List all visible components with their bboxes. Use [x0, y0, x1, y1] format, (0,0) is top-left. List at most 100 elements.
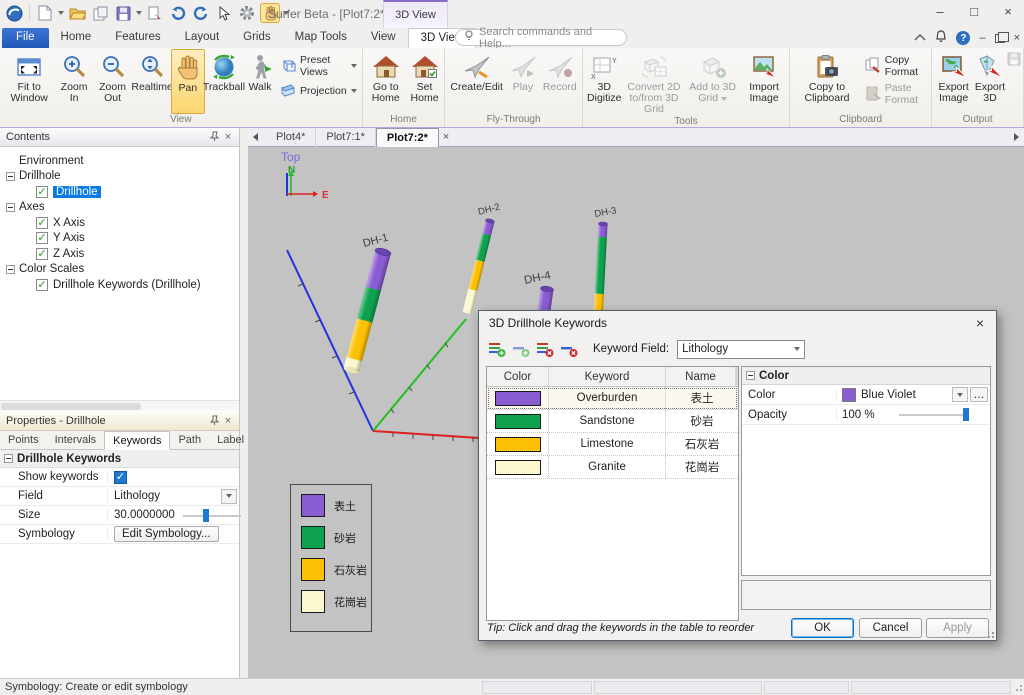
edit-symbology-button[interactable]: Edit Symbology...	[114, 526, 219, 542]
3d-digitize-button[interactable]: YX 3D Digitize	[585, 49, 624, 116]
dialog-resize-grip[interactable]	[986, 630, 995, 639]
dialog-title-bar[interactable]: 3D Drillhole Keywords ×	[479, 311, 996, 335]
table-row-limestone[interactable]: Limestone 石灰岩	[487, 433, 738, 456]
go-to-home-button[interactable]: Go to Home	[365, 49, 407, 114]
export-3d-button[interactable]: Export 3D	[973, 49, 1007, 114]
tab-scroll-right-icon[interactable]	[1014, 133, 1019, 141]
collapse-icon[interactable]	[6, 203, 15, 212]
table-row-sandstone[interactable]: Sandstone 砂岩	[487, 410, 738, 433]
color-dropdown[interactable]	[952, 387, 968, 402]
fit-to-window-button[interactable]: Fit to Window	[2, 49, 56, 114]
field-dropdown[interactable]	[221, 489, 237, 504]
collapse-icon[interactable]	[6, 265, 15, 274]
contents-hscrollbar[interactable]	[0, 400, 239, 411]
tab-view[interactable]: View	[359, 28, 408, 48]
checkbox-checked[interactable]: ✓	[36, 217, 48, 229]
zoom-in-button[interactable]: Zoom In	[56, 49, 91, 114]
export-image-button[interactable]: Export Image	[934, 49, 973, 114]
close-panel-icon[interactable]: ×	[221, 415, 235, 427]
copy-to-clipboard-button[interactable]: Copy to Clipboard	[792, 49, 862, 114]
pin-icon[interactable]	[207, 415, 221, 428]
mdi-minimize-icon[interactable]: –	[979, 32, 985, 44]
tree-item-z-axis[interactable]: ✓Z Axis	[0, 246, 239, 262]
apply-button[interactable]: Apply	[926, 618, 989, 638]
color-more-button[interactable]: …	[970, 387, 988, 402]
close-button[interactable]: ×	[998, 4, 1018, 19]
doc-tab-plot4[interactable]: Plot4*	[266, 128, 316, 147]
redo-button[interactable]	[191, 3, 211, 23]
tab-keywords[interactable]: Keywords	[104, 431, 170, 450]
export-file-button[interactable]	[145, 3, 165, 23]
open-file-button[interactable]	[67, 3, 87, 23]
close-doc-tab-icon[interactable]: ×	[439, 128, 455, 147]
tab-path[interactable]: Path	[170, 431, 209, 449]
checkbox-checked[interactable]: ✓	[36, 279, 48, 291]
maximize-button[interactable]: □	[964, 4, 984, 19]
realtime-button[interactable]: Realtime	[133, 49, 171, 114]
opacity-slider[interactable]	[899, 408, 969, 421]
keyword-field-select[interactable]: Lithology	[677, 340, 805, 359]
tab-points[interactable]: Points	[0, 431, 47, 449]
flythrough-record-button[interactable]: Record	[540, 49, 580, 114]
copy-format-button[interactable]: Copy Format	[862, 53, 929, 79]
tree-item-axes-group[interactable]: Axes	[0, 200, 239, 216]
new-file-button[interactable]	[35, 3, 55, 23]
flythrough-create-edit-button[interactable]: Create/Edit	[447, 49, 506, 114]
tree-item-drillhole[interactable]: ✓Drillhole	[0, 184, 239, 200]
delete-keyword-icon[interactable]	[559, 340, 579, 358]
paste-format-button[interactable]: Paste Format	[862, 81, 929, 107]
output-save-button[interactable]	[1007, 52, 1021, 69]
add-to-3d-grid-button[interactable]: Add to 3D Grid	[684, 49, 741, 116]
new-file-dropdown[interactable]	[58, 11, 64, 15]
size-slider[interactable]	[183, 509, 241, 522]
add-keywords-icon[interactable]	[487, 340, 507, 358]
pan-button[interactable]: Pan	[171, 49, 205, 114]
convert-2d-3d-grid-button[interactable]: Convert 2D to/from 3D Grid	[624, 49, 684, 116]
tab-layout[interactable]: Layout	[173, 28, 232, 48]
dialog-close-icon[interactable]: ×	[974, 315, 986, 331]
save-button[interactable]	[113, 3, 133, 23]
doc-tab-plot7-1[interactable]: Plot7:1*	[316, 128, 376, 147]
minimize-button[interactable]: –	[930, 4, 950, 19]
delete-keywords-icon[interactable]	[535, 340, 555, 358]
table-row-granite[interactable]: Granite 花崗岩	[487, 456, 738, 479]
section-drillhole-keywords[interactable]: Drillhole Keywords	[0, 450, 239, 468]
import-image-button[interactable]: Import Image	[741, 49, 787, 116]
mdi-close-icon[interactable]: ×	[1014, 32, 1020, 44]
checkbox-checked[interactable]: ✓	[36, 248, 48, 260]
tab-map-tools[interactable]: Map Tools	[283, 28, 359, 48]
add-keyword-icon[interactable]	[511, 340, 531, 358]
undo-button[interactable]	[168, 3, 188, 23]
tree-item-environment[interactable]: Environment	[0, 153, 239, 169]
tree-item-drillhole-group[interactable]: Drillhole	[0, 169, 239, 185]
cancel-button[interactable]: Cancel	[859, 618, 922, 638]
checkbox-checked[interactable]: ✓	[36, 232, 48, 244]
tree-item-color-scales-group[interactable]: Color Scales	[0, 262, 239, 278]
flythrough-play-button[interactable]: Play	[506, 49, 540, 114]
ok-button[interactable]: OK	[791, 618, 854, 638]
tab-home[interactable]: Home	[49, 28, 104, 48]
projection-button[interactable]: Projection	[277, 81, 360, 101]
doc-tab-plot7-2[interactable]: Plot7:2*	[376, 128, 439, 147]
save-dropdown[interactable]	[136, 11, 142, 15]
search-input[interactable]: Search commands and Help...	[455, 29, 627, 46]
collapse-icon[interactable]	[6, 172, 15, 181]
set-home-button[interactable]: Set Home	[407, 49, 443, 114]
walk-button[interactable]: Walk	[243, 49, 277, 114]
tab-label[interactable]: Label	[209, 431, 252, 449]
tree-item-drillhole-keywords[interactable]: ✓Drillhole Keywords (Drillhole)	[0, 277, 239, 293]
tab-scroll-left-icon[interactable]	[253, 133, 258, 141]
import-button[interactable]	[90, 3, 110, 23]
mdi-restore-icon[interactable]	[995, 34, 1005, 43]
collapse-icon[interactable]	[746, 371, 755, 380]
checkbox-checked[interactable]: ✓	[36, 186, 48, 198]
section-color[interactable]: Color	[742, 367, 990, 385]
show-keywords-checkbox[interactable]: ✓	[114, 471, 127, 484]
tab-file[interactable]: File	[2, 28, 49, 48]
tab-features[interactable]: Features	[103, 28, 172, 48]
table-row-overburden[interactable]: Overburden 表土	[487, 387, 738, 410]
help-icon[interactable]: ?	[956, 31, 970, 45]
surfer-logo-icon[interactable]	[4, 3, 24, 23]
tree-item-x-axis[interactable]: ✓X Axis	[0, 215, 239, 231]
tab-grids[interactable]: Grids	[231, 28, 282, 48]
